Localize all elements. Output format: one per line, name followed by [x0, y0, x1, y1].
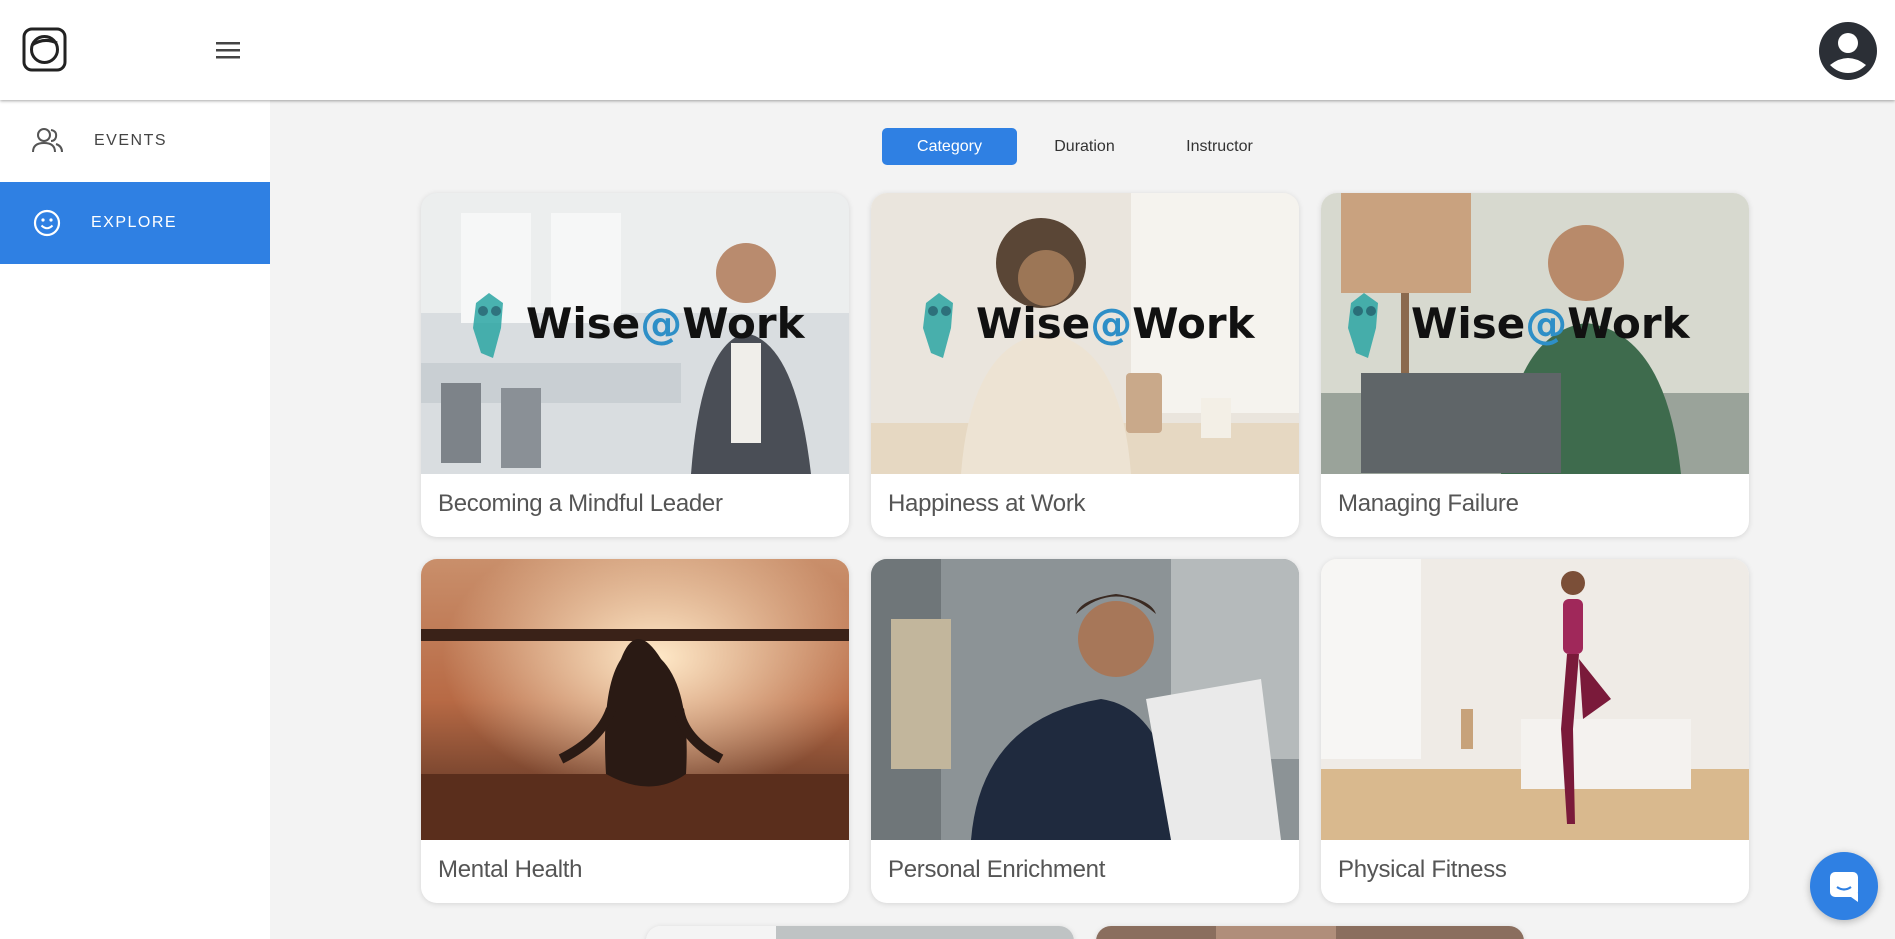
sidebar-item-events[interactable]: EVENTS — [0, 100, 270, 182]
card-image — [871, 559, 1299, 840]
category-card-mindful-leader[interactable]: Wise@Work Becoming a Mindful Leader — [421, 193, 849, 537]
people-icon — [32, 128, 63, 153]
category-card-partial[interactable] — [1096, 926, 1524, 939]
sidebar-item-label: EXPLORE — [91, 214, 178, 231]
card-title: Physical Fitness — [1338, 856, 1507, 883]
filter-duration-button[interactable]: Duration — [1017, 128, 1152, 165]
card-title: Mental Health — [438, 856, 583, 883]
hamburger-menu-icon[interactable] — [214, 38, 242, 62]
svg-text:Wise@Work: Wise@Work — [526, 299, 806, 348]
user-avatar-icon[interactable] — [1818, 21, 1878, 81]
card-image — [1096, 926, 1524, 939]
card-image — [1321, 559, 1749, 840]
chat-launcher-button[interactable] — [1810, 852, 1878, 920]
camera-logo-icon[interactable] — [22, 27, 67, 72]
chat-bubble-icon — [1830, 872, 1858, 902]
sidebar-item-label: EVENTS — [94, 132, 168, 149]
card-title: Managing Failure — [1338, 490, 1519, 517]
card-title: Happiness at Work — [888, 490, 1086, 517]
card-image — [421, 559, 849, 840]
card-image: Wise@Work — [1321, 193, 1749, 474]
card-image: Wise@Work — [871, 193, 1299, 474]
filter-instructor-button[interactable]: Instructor — [1152, 128, 1287, 165]
filter-tabs: Category Duration Instructor — [882, 128, 1287, 165]
card-image: Wise@Work — [421, 193, 849, 474]
card-title: Becoming a Mindful Leader — [438, 490, 723, 517]
category-card-happiness-at-work[interactable]: Wise@Work Happiness at Work — [871, 193, 1299, 537]
svg-text:Wise@Work: Wise@Work — [976, 299, 1256, 348]
card-image — [646, 926, 1074, 939]
smiley-icon — [33, 209, 61, 237]
svg-text:Wise@Work: Wise@Work — [1411, 299, 1691, 348]
category-card-managing-failure[interactable]: Wise@Work Managing Failure — [1321, 193, 1749, 537]
category-card-partial[interactable] — [646, 926, 1074, 939]
category-card-personal-enrichment[interactable]: Personal Enrichment — [871, 559, 1299, 903]
sidebar-item-explore[interactable]: EXPLORE — [0, 182, 270, 264]
category-card-mental-health[interactable]: Mental Health — [421, 559, 849, 903]
category-card-physical-fitness[interactable]: Physical Fitness — [1321, 559, 1749, 903]
filter-category-button[interactable]: Category — [882, 128, 1017, 165]
card-title: Personal Enrichment — [888, 856, 1106, 883]
top-bar — [0, 0, 1895, 100]
